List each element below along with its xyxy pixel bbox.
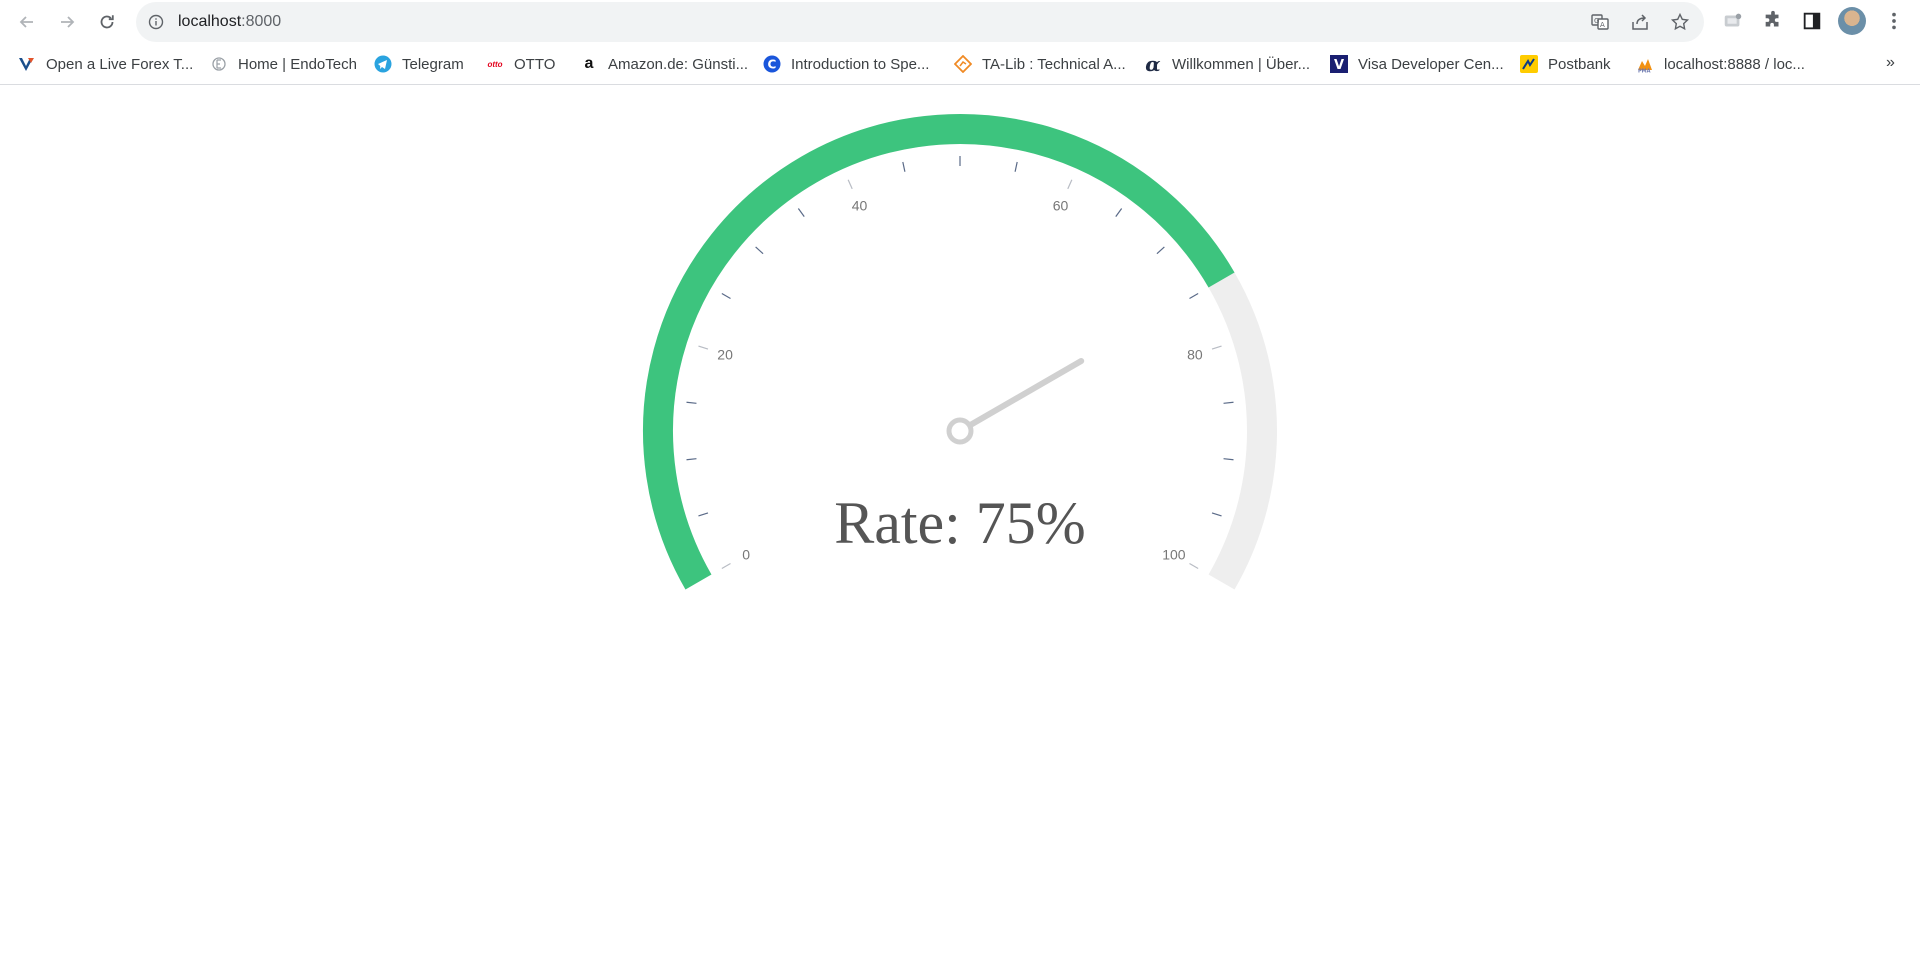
share-icon[interactable] [1630,12,1650,32]
extensions-button[interactable] [1761,9,1785,33]
vantage-icon [18,55,36,73]
bookmark-label: Telegram [402,55,464,73]
browser-toolbar: localhost:8000 GA [0,0,1920,44]
gauge-tick-label: 40 [852,197,868,213]
bookmark-item[interactable]: Telegram [374,53,464,75]
postbank-icon [1520,55,1538,73]
gauge-tick-label: 0 [742,547,750,563]
rate-gauge-chart: 0 20 40 60 80 100 Rate: 75% [643,114,1277,590]
visa-icon: V [1330,55,1348,73]
bookmark-label: Open a Live Forex T... [46,55,194,73]
bookmark-item[interactable]: α Willkommen | Über... [1144,52,1311,76]
url-host: localhost [178,13,242,30]
reload-icon [100,15,114,29]
svg-text:PMA: PMA [1638,69,1651,74]
back-button[interactable] [13,8,41,36]
bookmark-label: localhost:8888 / loc... [1664,55,1805,73]
bookmark-item[interactable]: a Amazon.de: Günsti... [580,53,749,75]
bookmark-item[interactable]: Home | EndoTech [210,53,357,75]
bookmark-item[interactable]: Open a Live Forex T... [18,53,193,75]
gauge-tick [1189,292,1199,300]
svg-text:G: G [1594,17,1599,25]
endotech-icon [210,55,228,73]
screenshot-extension-button[interactable] [1721,9,1745,33]
gauge-tick-label: 60 [1053,197,1069,213]
bookmark-label: Introduction to Spe... [791,55,930,73]
url-text[interactable]: localhost:8000 [178,13,281,31]
gauge-tick [902,161,906,172]
reload-button[interactable] [93,8,121,36]
star-icon[interactable] [1670,12,1690,32]
gauge-tick [847,179,853,190]
alpha-icon: α [1145,52,1161,76]
bookmark-item[interactable]: TA-Lib : Technical A... [954,53,1126,75]
info-icon[interactable] [148,14,164,30]
arrow-left-icon [19,16,33,28]
gauge-tick [721,292,731,300]
arrow-right-icon [61,16,75,28]
gauge-tick [686,458,697,461]
bookmark-item[interactable]: V Visa Developer Cen... [1330,53,1504,75]
gauge-tick [797,208,805,217]
address-bar[interactable]: localhost:8000 GA [136,2,1704,42]
bookmark-label: Home | EndoTech [238,55,357,73]
phpmyadmin-icon: PMA [1636,55,1654,73]
gauge-tick-label: 80 [1187,347,1203,363]
gauge-tick [755,246,764,255]
otto-icon: otto [487,59,503,69]
gauge-tick [1156,246,1165,255]
gauge-tick [1223,458,1234,461]
puzzle-icon [1765,10,1779,27]
svg-text:C: C [768,58,777,72]
side-panel-button[interactable] [1800,9,1824,33]
bookmark-label: TA-Lib : Technical A... [982,55,1126,73]
bookmark-item[interactable]: C Introduction to Spe... [763,53,929,75]
gauge-tick [1014,161,1018,172]
profile-avatar[interactable] [1838,7,1866,35]
gauge-tick-label: 100 [1162,547,1186,563]
gauge-title: Rate: 75% [834,490,1086,556]
menu-button[interactable] [1882,9,1906,33]
gauge-tick [721,562,731,570]
forward-button[interactable] [53,8,81,36]
gauge-tick [1223,401,1234,404]
side-panel-icon [1803,12,1821,30]
amazon-icon: a [584,55,594,72]
bookmark-item[interactable]: PMA localhost:8888 / loc... [1636,53,1805,75]
extension-screenshot-icon [1724,13,1742,27]
gauge-tick [1067,179,1073,190]
svg-text:A: A [1600,21,1605,29]
svg-text:V: V [1334,58,1344,73]
gauge-needle-pivot [946,417,974,445]
gauge-tick [698,512,709,517]
translate-icon[interactable]: GA [1590,12,1610,32]
gauge-tick [1211,345,1222,350]
url-port: :8000 [241,13,282,30]
telegram-icon [374,55,392,73]
bookmark-label: Amazon.de: Günsti... [608,55,749,73]
bookmark-item[interactable]: otto OTTO [486,53,555,75]
c-icon: C [763,55,781,73]
bookmarks-bar: Open a Live Forex T... Home | EndoTech T… [0,44,1920,85]
talib-icon [954,55,972,73]
bookmark-item[interactable]: Postbank [1520,53,1611,75]
kebab-menu-icon [1892,12,1896,30]
gauge-tick [686,401,697,404]
gauge-needle [957,358,1085,434]
gauge-tick-label: 20 [717,347,733,363]
gauge-tick [698,345,709,350]
gauge-tick [1189,562,1199,570]
bookmark-label: Postbank [1548,55,1611,73]
bookmark-label: Willkommen | Über... [1172,55,1311,73]
gauge-tick [1211,512,1222,517]
gauge-tick [1115,208,1123,217]
bookmark-label: Visa Developer Cen... [1358,55,1504,73]
bookmark-label: OTTO [514,55,556,73]
bookmarks-overflow-button[interactable]: » [1886,54,1895,72]
